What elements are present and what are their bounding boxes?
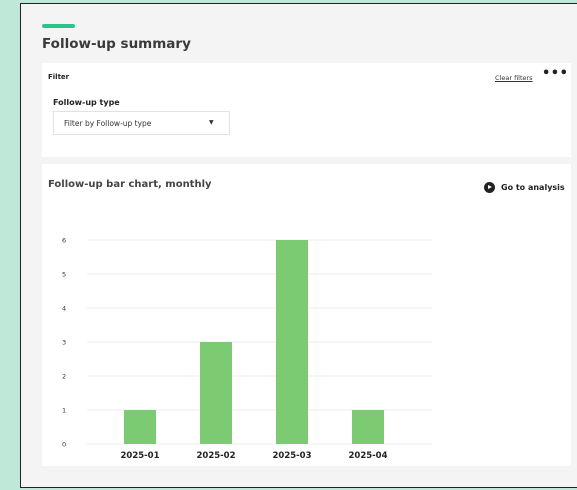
bar[interactable] [276, 240, 308, 444]
followup-type-select-value: Filter by Follow-up type [64, 119, 152, 128]
filter-card: Filter Clear filters ••• Follow-up type … [42, 63, 571, 157]
x-category-label: 2025-01 [120, 451, 159, 461]
x-category-label: 2025-02 [196, 451, 235, 461]
y-tick-label: 5 [62, 271, 66, 279]
clear-filters-link[interactable]: Clear filters [495, 74, 533, 82]
app-frame: Follow-up summary Filter Clear filters •… [20, 3, 577, 488]
bar[interactable] [352, 410, 384, 444]
y-tick-label: 0 [62, 441, 66, 449]
bar-chart: 0 1 2 3 4 5 6 2025-01 2025-02 2025-03 2025-04 [62, 237, 432, 461]
y-tick-label: 4 [62, 305, 66, 313]
more-horizontal-icon[interactable]: ••• [542, 67, 568, 81]
y-tick-label: 1 [62, 407, 66, 415]
title-accent-bar [42, 24, 75, 28]
caret-down-icon: ▼ [209, 119, 214, 126]
bar[interactable] [200, 342, 232, 444]
followup-type-label: Follow-up type [53, 98, 120, 107]
y-tick-label: 3 [62, 339, 66, 347]
y-tick-label: 6 [62, 237, 66, 245]
bar[interactable] [124, 410, 156, 444]
followup-type-select[interactable]: Filter by Follow-up type ▼ [53, 111, 230, 135]
page-title: Follow-up summary [42, 36, 191, 52]
x-category-label: 2025-04 [348, 451, 387, 461]
y-tick-label: 2 [62, 373, 66, 381]
x-category-label: 2025-03 [272, 451, 311, 461]
chart-card: Follow-up bar chart, monthly Go to analy… [42, 164, 571, 466]
filter-heading: Filter [48, 73, 70, 81]
